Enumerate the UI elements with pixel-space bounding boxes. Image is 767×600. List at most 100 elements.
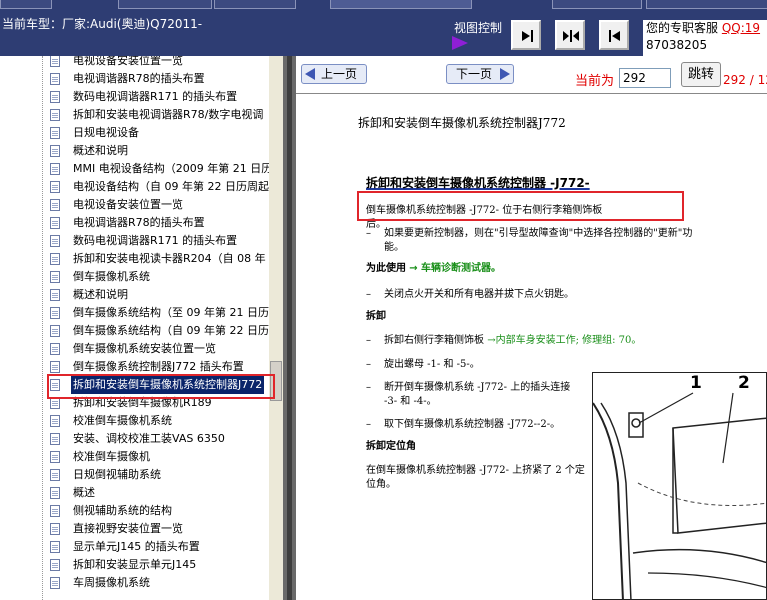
tree-item-label: 电视调谐器R78的插头布置 bbox=[73, 216, 205, 229]
toc-scrollbar-thumb[interactable] bbox=[270, 361, 282, 401]
document-icon bbox=[50, 469, 60, 481]
jump-button[interactable]: 跳转 bbox=[681, 62, 721, 87]
document-icon bbox=[50, 343, 60, 355]
tree-item-label: 倒车摄像机系统 bbox=[73, 270, 150, 283]
document-icon bbox=[50, 73, 60, 85]
section-title: 拆卸和安装倒车摄像机系统控制器 -J772- bbox=[366, 176, 590, 190]
document-icon bbox=[50, 235, 60, 247]
tree-item-label: 倒车摄像机系统安装位置一览 bbox=[73, 342, 216, 355]
split-icon bbox=[563, 30, 579, 42]
tool-link[interactable]: → 车辆诊断测试器。 bbox=[409, 263, 501, 274]
toolbar-tab[interactable] bbox=[118, 0, 212, 9]
document-icon bbox=[50, 559, 60, 571]
tree-item-label: MMI 电视设备结构（2009 年第 21 日历 bbox=[73, 162, 273, 175]
step1-link[interactable]: →内部车身安装工作; 修理组: 70。 bbox=[487, 335, 641, 346]
pin-text: 在倒车摄像机系统控制器 -J772- 上挤紧了 2 个定位角。 bbox=[366, 465, 585, 490]
toolbar-tab[interactable] bbox=[214, 0, 296, 9]
toolbar-tab[interactable] bbox=[646, 0, 767, 9]
document-content: 拆卸和安装倒车摄像机系统控制器J772 拆卸和安装倒车摄像机系统控制器 -J77… bbox=[296, 94, 767, 600]
callout-2: 2 bbox=[738, 373, 750, 393]
tree-item-label: 拆卸和安装显示单元J145 bbox=[73, 558, 197, 571]
tree-item-label: 电视设备安装位置一览 bbox=[73, 198, 183, 211]
toolbar-tab[interactable] bbox=[552, 0, 642, 9]
tree-item-label: 日规倒视辅助系统 bbox=[73, 468, 161, 481]
diagram-illustration bbox=[593, 392, 766, 599]
document-icon bbox=[50, 487, 60, 499]
view-goto-end-button[interactable] bbox=[511, 20, 541, 50]
current-page-label: 当前为 bbox=[575, 74, 615, 89]
tree-item-label: 倒车摄像系统结构（自 09 年第 22 日历 bbox=[73, 324, 269, 337]
tree-item-label: 数码电视调谐器R171 的插头布置 bbox=[73, 90, 238, 103]
tool-prefix: 为此使用 bbox=[366, 263, 406, 274]
next-page-button[interactable]: 下一页 bbox=[446, 64, 514, 84]
document-icon bbox=[50, 181, 60, 193]
document-icon bbox=[50, 127, 60, 139]
toolbar-tab[interactable] bbox=[330, 0, 472, 9]
next-page-label: 下一页 bbox=[456, 67, 493, 81]
document-icon bbox=[50, 379, 60, 391]
next-arrow-icon bbox=[500, 68, 510, 80]
document-icon bbox=[50, 433, 60, 445]
pane-splitter[interactable] bbox=[283, 56, 296, 600]
prev-page-label: 上一页 bbox=[321, 67, 358, 81]
pin-title: 拆卸定位角 bbox=[366, 441, 416, 452]
document-icon bbox=[50, 307, 60, 319]
goto-start-icon bbox=[609, 30, 620, 42]
document-icon bbox=[50, 397, 60, 409]
document-icon bbox=[50, 577, 60, 589]
tree-item-label: 拆卸和安装倒车摄像机系统控制器J772 bbox=[71, 376, 265, 394]
tree-item-label: 校准倒车摄像机系统 bbox=[73, 414, 172, 427]
note-bullet: – bbox=[366, 228, 371, 239]
tree-item-label: 显示单元J145 的插头布置 bbox=[73, 540, 200, 553]
document-icon bbox=[50, 109, 60, 121]
goto-end-icon bbox=[522, 30, 533, 42]
tree-item-label: 车周摄像机系统 bbox=[73, 576, 150, 589]
toc-scrollbar[interactable] bbox=[269, 56, 283, 600]
view-goto-start-button[interactable] bbox=[599, 20, 629, 50]
document-icon bbox=[50, 217, 60, 229]
document-pane: 上一页 下一页 当前为 跳转 292 / 12 拆卸和安装倒车摄像机系统控制器J… bbox=[296, 56, 767, 600]
customer-service-box: 您的专职客服 QQ:19 87038205 bbox=[643, 20, 767, 56]
document-icon bbox=[50, 91, 60, 103]
tree-item-label: 概述 bbox=[73, 486, 95, 499]
tree-item-label: 日规电视设备 bbox=[73, 126, 139, 139]
current-car-model: 当前车型：厂家:Audi(奥迪)Q72011- bbox=[2, 17, 203, 31]
tree-item-label: 拆卸和安装电视读卡器R204（自 08 年 bbox=[73, 252, 266, 265]
step4-text: 取下倒车摄像机系统控制器 -J772--2-。 bbox=[384, 419, 561, 430]
page-number-input[interactable] bbox=[619, 68, 671, 88]
tree-item-label: 电视设备安装位置一览 bbox=[73, 56, 183, 67]
prev-page-button[interactable]: 上一页 bbox=[301, 64, 367, 84]
component-diagram: 1 2 bbox=[592, 372, 767, 600]
tree-item-label: 侧视辅助系统的结构 bbox=[73, 504, 172, 517]
removal-title: 拆卸 bbox=[366, 311, 386, 322]
document-icon bbox=[50, 361, 60, 373]
document-icon bbox=[50, 415, 60, 427]
service-label: 您的专职客服 bbox=[646, 21, 719, 35]
document-icon bbox=[50, 523, 60, 535]
document-icon bbox=[50, 505, 60, 517]
tree-item-label: 拆卸和安装倒车摄像机R189 bbox=[73, 396, 212, 409]
view-split-button[interactable] bbox=[555, 20, 585, 50]
top-toolbar: 当前车型：厂家:Audi(奥迪)Q72011- 视图控制 您的专职客服 QQ:1… bbox=[0, 0, 767, 56]
service-number: 87038205 bbox=[646, 38, 708, 52]
tree-item-label: 电视设备结构（自 09 年第 22 日历周起 bbox=[73, 180, 269, 193]
toc-tree: 电视设备安装位置一览 电视调谐器R78的插头布置 数码电视调谐器R171 的插头布置… bbox=[0, 56, 283, 600]
tree-item-label: 数码电视调谐器R171 的插头布置 bbox=[73, 234, 238, 247]
toolbar-tab[interactable] bbox=[0, 0, 52, 9]
tree-item-label: 电视调谐器R78的插头布置 bbox=[73, 72, 205, 85]
page-count: 292 / 12 bbox=[723, 73, 767, 87]
document-icon bbox=[50, 541, 60, 553]
document-icon bbox=[50, 145, 60, 157]
document-icon bbox=[50, 199, 60, 211]
tree-item-label: 直接视野安装位置一览 bbox=[73, 522, 183, 535]
tree-item-label: 概述和说明 bbox=[73, 144, 128, 157]
prev-arrow-icon bbox=[305, 68, 315, 80]
tree-item-label: 倒车摄像系统结构（至 09 年第 21 日历 bbox=[73, 306, 269, 319]
step-ignition: 关闭点火开关和所有电器并拔下点火钥匙。 bbox=[384, 289, 574, 300]
qq-link[interactable]: QQ:19 bbox=[722, 21, 760, 35]
tree-item-label: 安装、调校校准工装VAS 6350 bbox=[73, 432, 225, 445]
document-icon bbox=[50, 271, 60, 283]
document-icon bbox=[50, 56, 60, 67]
callout-1: 1 bbox=[690, 373, 702, 393]
document-icon bbox=[50, 289, 60, 301]
